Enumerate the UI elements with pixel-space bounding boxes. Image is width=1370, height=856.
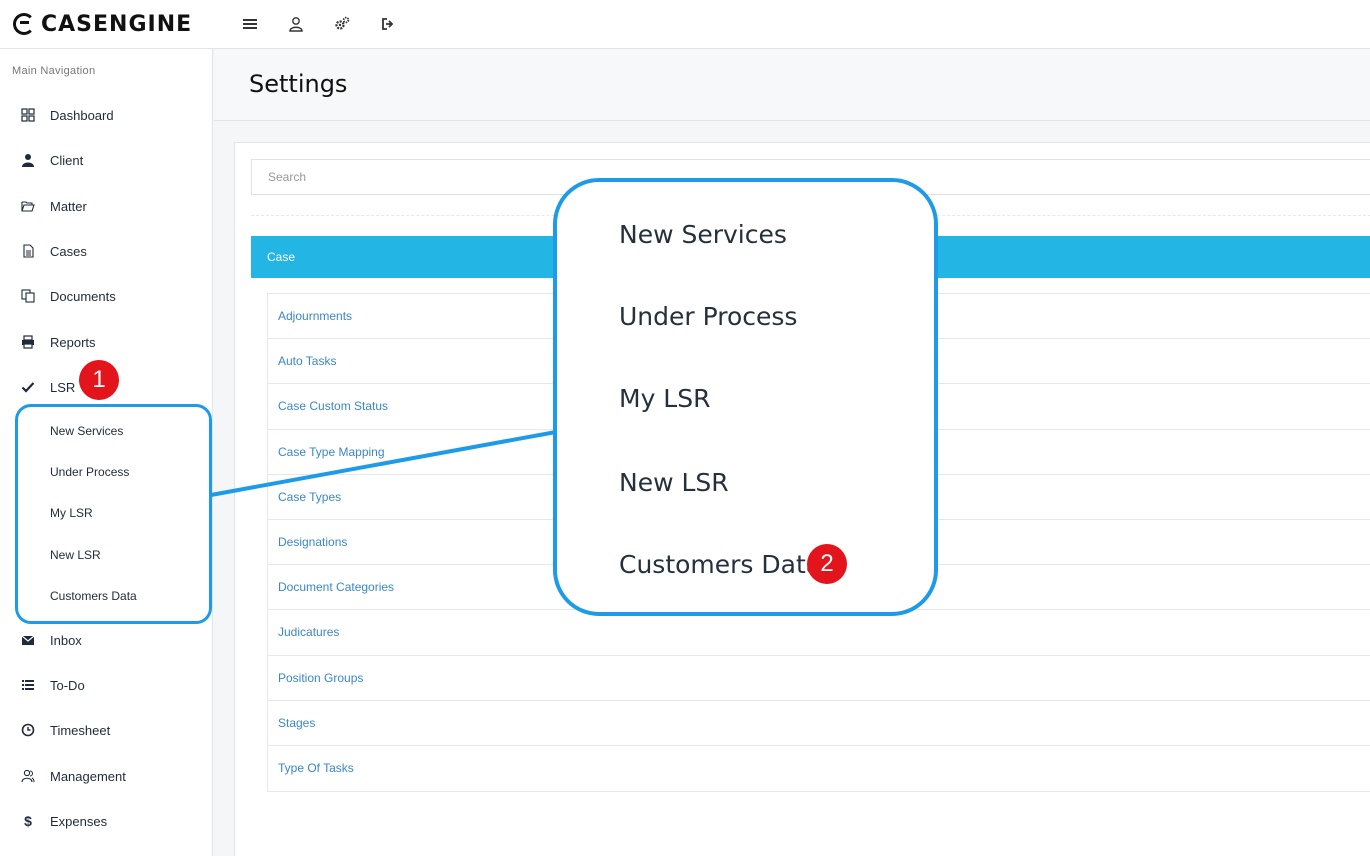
sidebar-item-inbox[interactable]: Inbox — [0, 623, 212, 657]
sidebar-item-reports[interactable]: Reports — [0, 325, 212, 359]
settings-link-type-of-tasks[interactable]: Type Of Tasks — [268, 746, 1370, 791]
zoom-item-new-services: New Services — [619, 220, 787, 249]
logo-icon — [13, 13, 35, 35]
zoom-item-my-lsr: My LSR — [619, 384, 711, 413]
sidebar-item-dashboard[interactable]: Dashboard — [0, 98, 212, 132]
zoom-item-under-process: Under Process — [619, 302, 798, 331]
sidebar-item-documents[interactable]: Documents — [0, 279, 212, 313]
zoom-item-customers-data: Customers Data — [619, 550, 822, 579]
sidebar-item-label: Expenses — [50, 813, 108, 829]
sidebar-item-management[interactable]: Management — [0, 759, 212, 793]
sidebar-item-timesheet[interactable]: Timesheet — [0, 713, 212, 747]
sidebar-item-label: Inbox — [50, 632, 82, 648]
sidebar-item-cases[interactable]: Cases — [0, 234, 212, 268]
sidebar-item-label: Matter — [50, 198, 87, 214]
sidebar-item-label: Client — [50, 152, 84, 168]
nav-heading: Main Navigation — [12, 65, 96, 77]
users-icon — [20, 768, 36, 784]
sidebar-item-label: Cases — [50, 243, 87, 259]
sidebar: Main Navigation Dashboard Client Matter … — [0, 49, 213, 856]
menu-icon[interactable] — [227, 4, 273, 44]
sidebar-item-matter[interactable]: Matter — [0, 189, 212, 223]
user-icon[interactable] — [273, 4, 319, 44]
lsr-sub-under-process[interactable]: Under Process — [50, 465, 129, 479]
document-icon — [20, 243, 36, 259]
lsr-sub-new-lsr[interactable]: New LSR — [50, 548, 101, 562]
brand-logo[interactable]: CASENGINE — [13, 12, 213, 37]
lsr-sub-customers-data[interactable]: Customers Data — [50, 589, 137, 603]
settings-gears-icon[interactable] — [319, 4, 365, 44]
sidebar-item-todo[interactable]: To-Do — [0, 668, 212, 702]
page-header: Settings — [214, 50, 1370, 121]
copy-icon — [20, 288, 36, 304]
zoom-item-new-lsr: New LSR — [619, 468, 729, 497]
envelope-icon — [20, 632, 36, 648]
settings-link-stages[interactable]: Stages — [268, 701, 1370, 746]
grid-icon — [20, 107, 36, 123]
sidebar-item-label: Reports — [50, 334, 96, 350]
lsr-sub-my-lsr[interactable]: My LSR — [50, 506, 93, 520]
dollar-icon: $ — [24, 813, 32, 829]
top-bar: CASENGINE — [0, 0, 1370, 49]
brand-name: CASENGINE — [41, 11, 193, 37]
step-badge-1: 1 — [79, 360, 119, 400]
sidebar-item-label: Management — [50, 768, 126, 784]
clock-icon — [20, 722, 36, 738]
sidebar-item-client[interactable]: Client — [0, 143, 212, 177]
lsr-sub-new-services[interactable]: New Services — [50, 424, 123, 438]
sidebar-item-label: Documents — [50, 288, 116, 304]
zoom-callout: New Services Under Process My LSR New LS… — [553, 178, 938, 616]
person-icon — [20, 152, 36, 168]
check-icon — [20, 379, 36, 395]
logout-icon[interactable] — [365, 4, 411, 44]
sidebar-item-expenses[interactable]: $ Expenses — [0, 804, 212, 838]
sidebar-item-label: To-Do — [50, 677, 85, 693]
sidebar-item-label: Timesheet — [50, 722, 111, 738]
list-icon — [20, 677, 36, 693]
sidebar-item-label: Dashboard — [50, 107, 114, 123]
sidebar-item-label: LSR — [50, 379, 76, 395]
settings-link-position-groups[interactable]: Position Groups — [268, 656, 1370, 701]
step-badge-2: 2 — [807, 544, 847, 584]
page-title: Settings — [249, 70, 348, 98]
folder-open-icon — [20, 198, 36, 214]
settings-link-judicatures[interactable]: Judicatures — [268, 610, 1370, 656]
printer-icon — [20, 334, 36, 350]
